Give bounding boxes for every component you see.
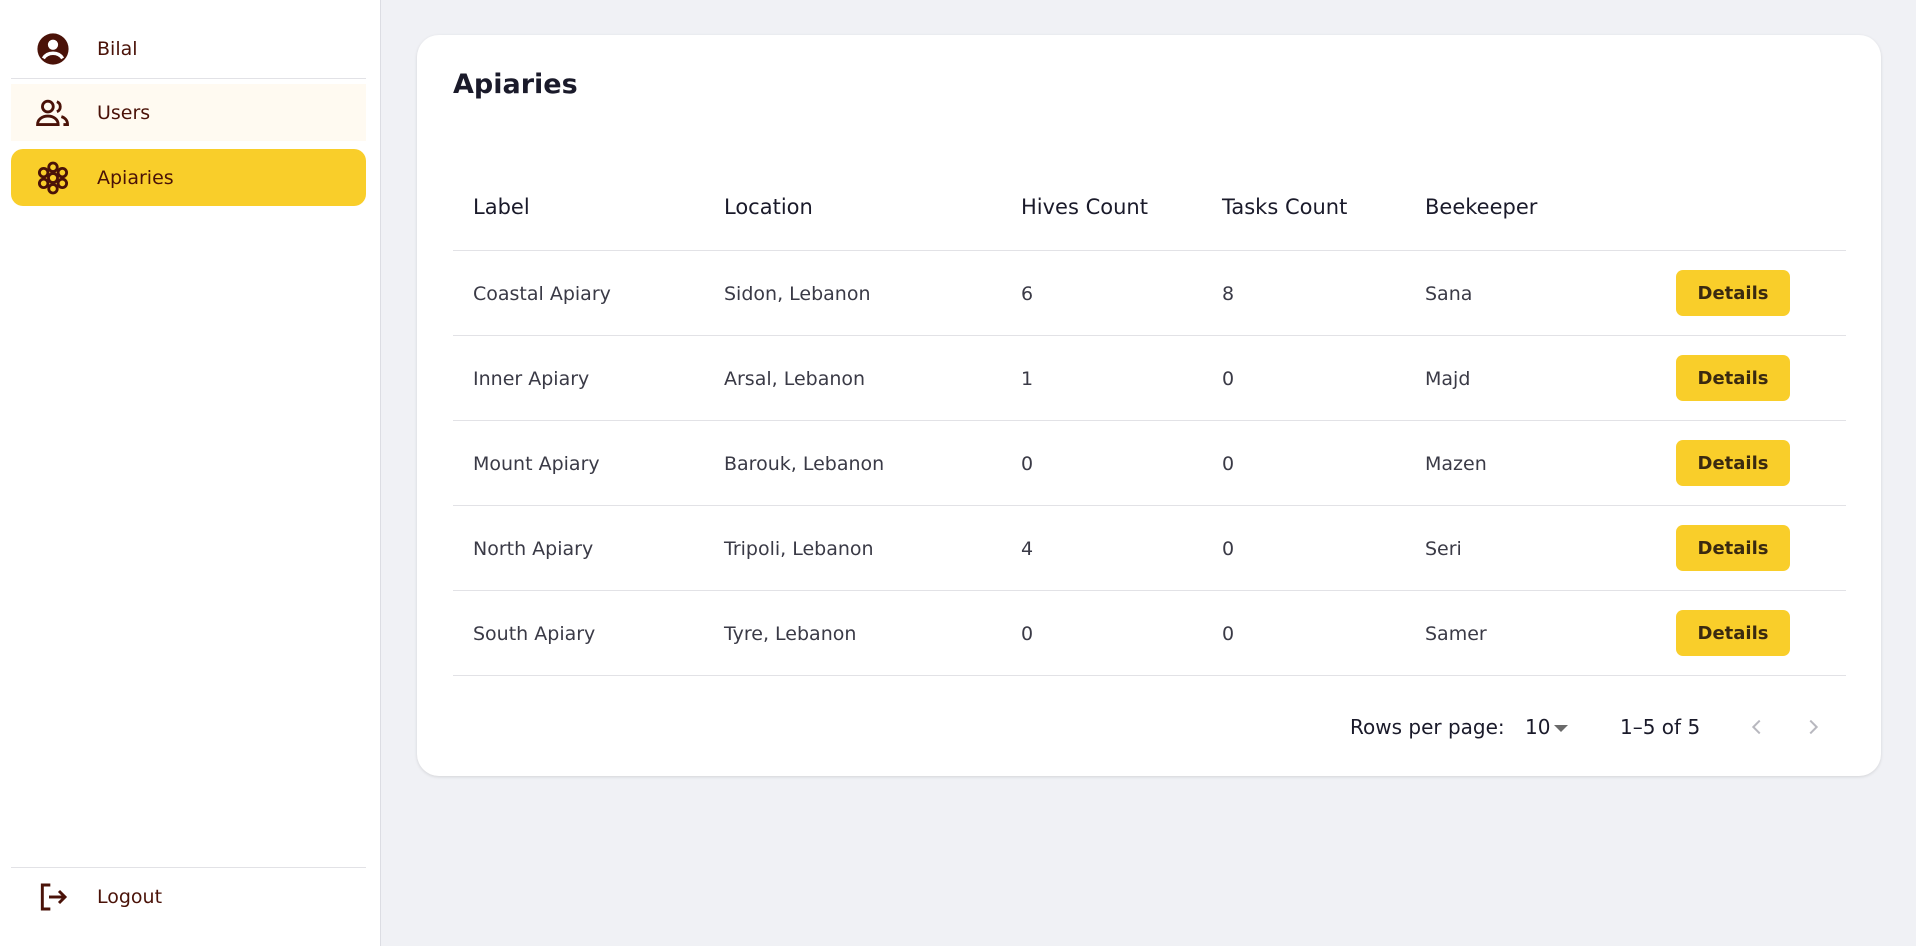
cell-label: Coastal Apiary — [473, 282, 611, 305]
cell-beekeeper: Samer — [1425, 622, 1487, 645]
table-row: Mount Apiary Barouk, Lebanon 0 0 Mazen D… — [453, 421, 1846, 506]
table-header: Label Location Hives Count Tasks Count B… — [453, 162, 1846, 251]
cell-location: Tyre, Lebanon — [724, 622, 857, 645]
cell-tasks-count: 0 — [1222, 452, 1235, 475]
details-button[interactable]: Details — [1676, 525, 1790, 571]
column-header-label: Label — [473, 194, 530, 219]
cell-hives-count: 0 — [1021, 622, 1034, 645]
honeycomb-icon — [11, 161, 88, 195]
previous-page-button[interactable] — [1737, 707, 1777, 747]
apiaries-table: Label Location Hives Count Tasks Count B… — [453, 162, 1846, 676]
table-row: South Apiary Tyre, Lebanon 0 0 Samer Det… — [453, 591, 1846, 676]
details-button[interactable]: Details — [1676, 270, 1790, 316]
logout-icon — [11, 881, 88, 913]
sidebar-divider — [11, 78, 366, 79]
cell-hives-count: 0 — [1021, 452, 1034, 475]
table-row: Coastal Apiary Sidon, Lebanon 6 8 Sana D… — [453, 251, 1846, 336]
apiaries-card: Apiaries Label Location Hives Count Task… — [417, 35, 1881, 776]
cell-hives-count: 1 — [1021, 367, 1034, 390]
cell-tasks-count: 0 — [1222, 622, 1235, 645]
sidebar-item-label: Apiaries — [97, 166, 174, 189]
details-button[interactable]: Details — [1676, 610, 1790, 656]
cell-hives-count: 4 — [1021, 537, 1034, 560]
rows-per-page-select[interactable]: 10 — [1525, 707, 1569, 747]
cell-location: Sidon, Lebanon — [724, 282, 871, 305]
cell-tasks-count: 0 — [1222, 537, 1235, 560]
details-button[interactable]: Details — [1676, 355, 1790, 401]
sidebar-item-apiaries[interactable]: Apiaries — [11, 149, 366, 206]
cell-label: Inner Apiary — [473, 367, 590, 390]
cell-location: Barouk, Lebanon — [724, 452, 885, 475]
account-circle-icon — [11, 32, 88, 66]
table-pagination: Rows per page: 10 1–5 of 5 — [417, 707, 1881, 747]
cell-tasks-count: 0 — [1222, 367, 1235, 390]
sidebar-item-label: Users — [97, 101, 151, 124]
cell-location: Arsal, Lebanon — [724, 367, 866, 390]
users-icon — [11, 97, 88, 129]
cell-beekeeper: Mazen — [1425, 452, 1487, 475]
table-row: Inner Apiary Arsal, Lebanon 1 0 Majd Det… — [453, 336, 1846, 421]
page-title: Apiaries — [453, 69, 578, 100]
column-header-beekeeper: Beekeeper — [1425, 194, 1538, 219]
cell-label: South Apiary — [473, 622, 596, 645]
rows-per-page-label: Rows per page: — [1350, 715, 1505, 739]
column-header-hives-count: Hives Count — [1021, 194, 1148, 219]
sidebar-item-label: Logout — [97, 885, 163, 908]
cell-beekeeper: Seri — [1425, 537, 1462, 560]
cell-beekeeper: Sana — [1425, 282, 1473, 305]
sidebar: Bilal Users Apiaries Logout — [0, 0, 381, 946]
next-page-button[interactable] — [1793, 707, 1833, 747]
cell-beekeeper: Majd — [1425, 367, 1471, 390]
cell-label: Mount Apiary — [473, 452, 600, 475]
chevron-right-icon — [1809, 719, 1819, 735]
cell-label: North Apiary — [473, 537, 594, 560]
table-row: North Apiary Tripoli, Lebanon 4 0 Seri D… — [453, 506, 1846, 591]
column-header-tasks-count: Tasks Count — [1222, 194, 1348, 219]
caret-down-icon — [1554, 724, 1569, 732]
cell-tasks-count: 8 — [1222, 282, 1235, 305]
chevron-left-icon — [1751, 719, 1761, 735]
cell-hives-count: 6 — [1021, 282, 1034, 305]
sidebar-item-label: Bilal — [97, 37, 138, 60]
sidebar-item-profile[interactable]: Bilal — [11, 20, 366, 77]
cell-location: Tripoli, Lebanon — [724, 537, 874, 560]
pagination-range: 1–5 of 5 — [1620, 715, 1701, 739]
sidebar-item-logout[interactable]: Logout — [11, 868, 366, 925]
details-button[interactable]: Details — [1676, 440, 1790, 486]
column-header-location: Location — [724, 194, 813, 219]
sidebar-item-users[interactable]: Users — [11, 84, 366, 141]
rows-per-page-value: 10 — [1525, 715, 1551, 739]
